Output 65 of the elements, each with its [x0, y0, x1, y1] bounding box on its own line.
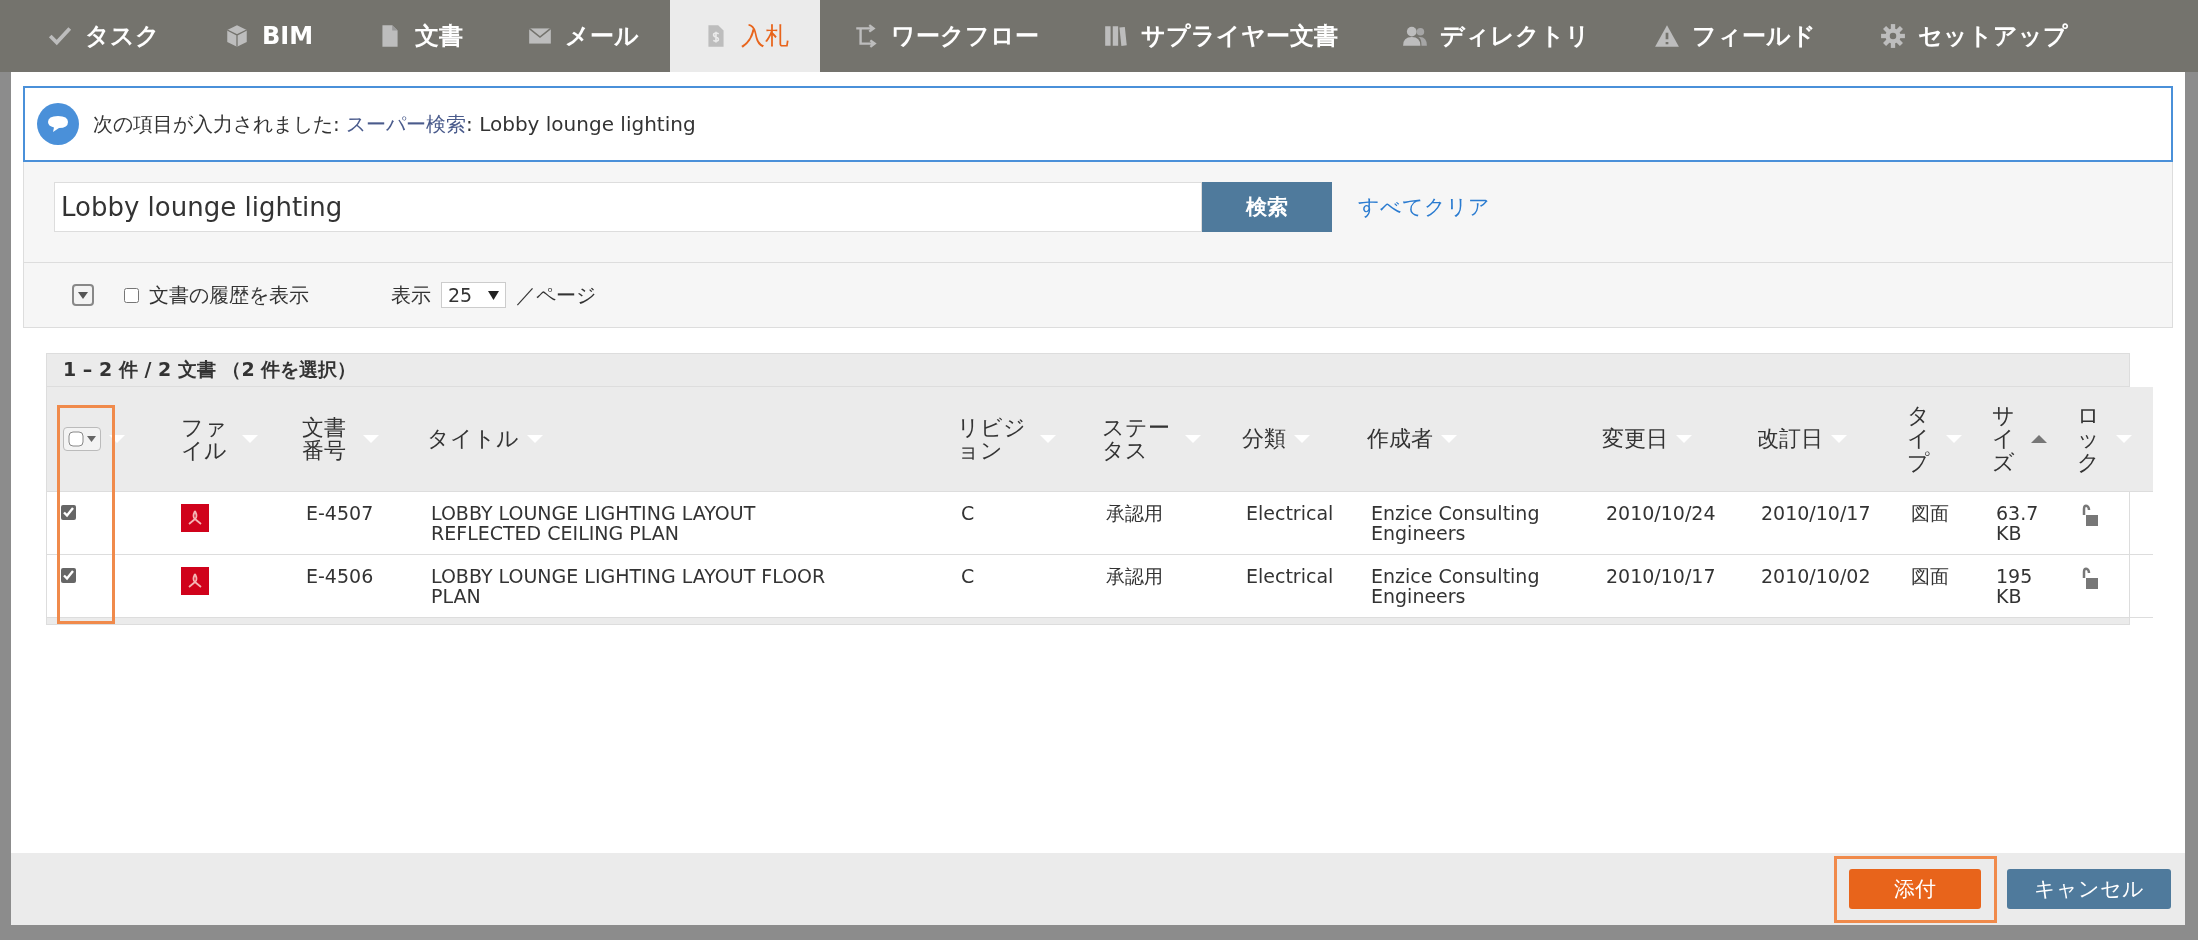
search-field[interactable]: Lobby lounge lighting: [54, 182, 1202, 232]
table-cell-text: LOBBY LOUNGE LIGHTING LAYOUT REFLECTED CEILING PLAN: [431, 504, 757, 544]
table-cell: C: [961, 564, 975, 587]
checkbox-label: 文書の履歴を表示: [149, 281, 309, 309]
table-cell-text: 63.7 KB: [1996, 504, 2040, 544]
table-cell: E-4506: [306, 564, 374, 587]
page-size-label: 表示: [391, 281, 431, 309]
column-header[interactable]: 分類: [1242, 427, 1286, 451]
cancel-button[interactable]: キャンセル: [2007, 869, 2171, 909]
notice-text: 次の項目が入力されました: スーパー検索: Lobby lounge lighting: [93, 110, 696, 138]
column-header[interactable]: ファイル: [181, 415, 234, 463]
sort-caret-icon[interactable]: [109, 434, 125, 444]
column-header[interactable]: タイトル: [427, 427, 519, 451]
per-page-label: ／ページ: [516, 281, 597, 309]
nav-tab[interactable]: ディレクトリ: [1369, 0, 1622, 72]
select-all-checkbox[interactable]: [63, 427, 101, 451]
caret-icon: [488, 290, 500, 300]
table-cell: C: [961, 502, 975, 524]
nav-tab[interactable]: サプライヤー文書: [1070, 0, 1370, 72]
nav-tab[interactable]: フィールド: [1621, 0, 1848, 72]
cube-icon: [224, 23, 250, 49]
expand-toggle-icon[interactable]: [72, 284, 94, 306]
search-button[interactable]: 検索: [1202, 182, 1332, 232]
table-cell: 承認用: [1106, 502, 1163, 524]
super-search-link[interactable]: スーパー検索: [346, 111, 467, 136]
column-header[interactable]: 文書番号: [302, 415, 355, 463]
table-cell: 承認用: [1106, 564, 1163, 587]
nav-tab[interactable]: セットアップ: [1847, 0, 2100, 72]
settings-icon: [1880, 23, 1907, 49]
table-cell: E-4507: [306, 502, 374, 524]
column-header[interactable]: 作成者: [1367, 427, 1433, 451]
sort-ascending-icon[interactable]: [2030, 434, 2047, 444]
nav-tab[interactable]: ワークフロー: [820, 0, 1071, 72]
table-cell: 図面: [1911, 564, 1949, 587]
pdf-icon[interactable]: [181, 566, 209, 595]
column-header[interactable]: 変更日: [1602, 427, 1668, 451]
table-cell: 2010/10/17: [1606, 564, 1716, 587]
table-cell: 2010/10/02: [1761, 564, 1871, 587]
table-cell-text: LOBBY LOUNGE LIGHTING LAYOUT FLOOR PLAN: [431, 566, 827, 607]
history-checkbox[interactable]: [124, 287, 139, 303]
arrows-icon: [853, 23, 880, 49]
table-cell: 図面: [1911, 502, 1949, 524]
table-cell: 2010/10/17: [1761, 502, 1871, 524]
table-cell-text: 195 KB: [1996, 566, 2034, 607]
warning-icon: [1654, 23, 1681, 49]
clear-all-link[interactable]: すべてクリア: [1358, 193, 1490, 221]
page-size-dropdown[interactable]: 25: [441, 282, 507, 308]
column-header[interactable]: 改訂日: [1757, 427, 1823, 451]
table-cell: Electrical: [1246, 502, 1334, 524]
pdf-icon[interactable]: [181, 504, 209, 532]
nav-tab[interactable]: BIM: [191, 0, 345, 72]
result-summary: 1 – 2 件 / 2 文書 （2 件を選択）: [47, 354, 2129, 387]
table-cell: Enzice Consulting Engineers: [1371, 502, 1540, 544]
caret-icon: [87, 436, 96, 442]
table-cell: Electrical: [1246, 564, 1334, 587]
table-cell: Enzice Consulting Engineers: [1371, 564, 1540, 607]
nav-tab[interactable]: タスク: [14, 0, 191, 72]
row-checkbox[interactable]: [61, 567, 76, 583]
chat-bubble-icon: [37, 103, 79, 145]
nav-tab[interactable]: メール: [494, 0, 671, 72]
checkbox-icon: [68, 431, 84, 447]
table-cell: 2010/10/24: [1606, 502, 1716, 524]
row-checkbox[interactable]: [61, 505, 76, 520]
nav-tab[interactable]: 文書: [344, 0, 495, 72]
binders-icon: [1103, 23, 1130, 49]
